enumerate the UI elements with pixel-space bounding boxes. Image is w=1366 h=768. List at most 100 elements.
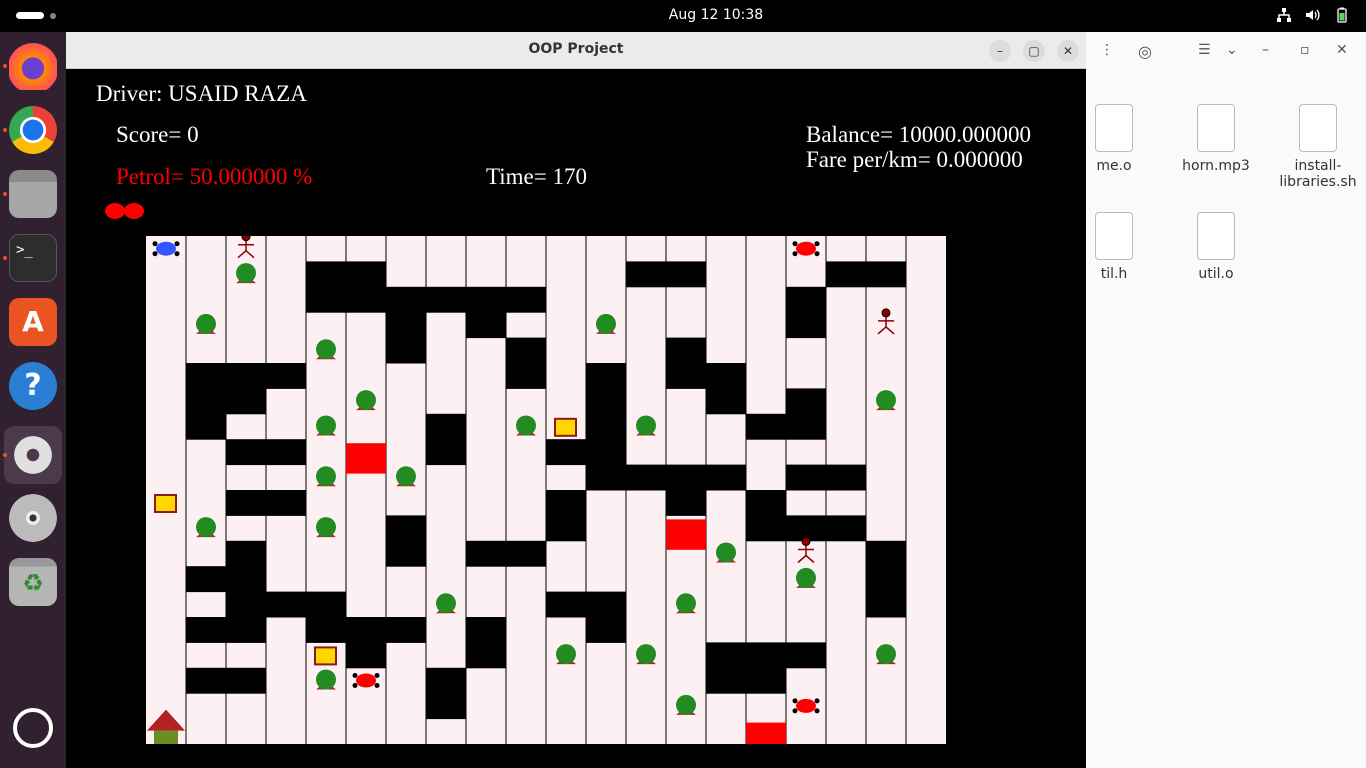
wall-block — [186, 667, 226, 694]
car-wheel — [814, 251, 820, 257]
camera-icon[interactable]: ◎ — [1138, 42, 1152, 61]
tree-icon — [196, 517, 216, 538]
close-button[interactable]: ✕ — [1057, 40, 1079, 62]
wall-block — [786, 464, 826, 491]
wall-block — [266, 439, 306, 466]
minimize-button[interactable]: – — [989, 40, 1011, 62]
car-wheel — [374, 673, 380, 678]
red-obstacle — [746, 722, 786, 744]
tree-icon — [596, 313, 616, 334]
passenger-head — [881, 308, 891, 318]
help-icon[interactable]: ? — [9, 362, 57, 410]
clock[interactable]: Aug 12 10:38 — [0, 7, 1366, 23]
yellow-box — [554, 417, 577, 437]
dock: >_ A ? ♻ — [0, 32, 66, 768]
passenger-head — [241, 236, 251, 242]
time-label: Time= 170 — [486, 164, 587, 189]
audio-file-icon — [1197, 104, 1235, 152]
tree-icon — [636, 415, 656, 436]
firefox-icon[interactable] — [9, 42, 57, 90]
wall-block — [666, 490, 706, 516]
file-item[interactable]: horn.mp3 — [1166, 104, 1266, 174]
wall-block — [226, 540, 266, 567]
window-title: OOP Project — [528, 41, 624, 57]
wall-block — [586, 413, 626, 440]
app-center-icon[interactable]: A — [9, 298, 57, 346]
menu-icon[interactable]: ⋮ — [1100, 42, 1114, 58]
wall-block — [346, 617, 386, 643]
tree-icon — [236, 263, 256, 284]
file-item[interactable]: install- libraries.sh — [1268, 104, 1366, 190]
wall-block — [626, 464, 666, 491]
trash-icon[interactable]: ♻ — [9, 558, 57, 606]
wall-block — [266, 591, 306, 618]
wall-block — [746, 490, 786, 516]
running-indicator — [3, 192, 7, 196]
wall-block — [186, 363, 226, 389]
wall-block — [866, 261, 906, 288]
list-view-icon[interactable]: ☰ — [1198, 42, 1211, 58]
maximize-icon[interactable]: ▫ — [1300, 42, 1310, 58]
yellow-box — [314, 646, 337, 666]
terminal-icon[interactable]: >_ — [9, 234, 57, 282]
wall-block — [466, 642, 506, 669]
file-manager-window: ⋮ ◎ ☰ ⌄ – ▫ ✕ me.o horn.mp3 install- libra… — [1086, 32, 1366, 768]
battery-icon[interactable] — [1334, 7, 1350, 23]
wall-block — [786, 642, 826, 669]
wall-block — [266, 490, 306, 516]
chrome-icon[interactable] — [9, 106, 57, 154]
wall-block — [426, 413, 466, 440]
close-icon[interactable]: ✕ — [1336, 42, 1348, 58]
car-wheel — [814, 698, 820, 704]
wall-block — [666, 337, 706, 364]
fuel-station-icon — [154, 730, 178, 744]
minimize-icon[interactable]: – — [1262, 42, 1269, 58]
wall-block — [386, 286, 426, 313]
game-window: OOP Project – ▢ ✕ Driver: USAID RAZA Sco… — [66, 32, 1086, 768]
fuel-station-roof — [147, 709, 185, 731]
wall-block — [386, 540, 426, 567]
chevron-down-icon[interactable]: ⌄ — [1226, 42, 1238, 58]
file-name: install- libraries.sh — [1279, 158, 1357, 190]
network-icon[interactable] — [1276, 7, 1292, 23]
disc-icon[interactable] — [9, 494, 57, 542]
title-bar[interactable]: OOP Project – ▢ ✕ — [66, 32, 1086, 69]
car-wheel — [352, 683, 358, 688]
passenger-head — [801, 537, 811, 546]
tree-icon — [516, 415, 536, 436]
wall-block — [786, 312, 826, 339]
wall-block — [706, 388, 746, 415]
car-wheel — [174, 241, 180, 247]
binary-file-icon — [1197, 212, 1235, 260]
wall-block — [226, 363, 266, 389]
wall-block — [506, 286, 546, 313]
wall-block — [466, 312, 506, 339]
car-wheel — [152, 241, 158, 247]
wall-block — [386, 515, 426, 542]
files-icon[interactable] — [9, 170, 57, 218]
yellow-box — [154, 494, 177, 513]
tree-icon — [356, 390, 376, 411]
settings-icon[interactable] — [9, 431, 57, 479]
player-car-icon — [156, 241, 176, 256]
wall-block — [586, 617, 626, 643]
car-wheel — [814, 241, 820, 247]
app-grid-icon[interactable] — [13, 708, 53, 748]
wall-block — [706, 464, 746, 491]
red-obstacle — [346, 443, 386, 474]
wall-block — [666, 363, 706, 389]
wall-block — [266, 363, 306, 389]
wall-block — [186, 617, 226, 643]
npc-car-icon — [796, 698, 816, 713]
maximize-button[interactable]: ▢ — [1023, 40, 1045, 62]
wall-block — [586, 591, 626, 618]
tree-icon — [316, 669, 336, 690]
script-file-icon — [1299, 104, 1337, 152]
game-board[interactable] — [146, 236, 946, 744]
wall-block — [506, 540, 546, 567]
volume-icon[interactable] — [1304, 7, 1320, 23]
car-wheel — [152, 251, 158, 257]
file-item[interactable]: util.o — [1166, 212, 1266, 282]
wall-block — [386, 617, 426, 643]
wall-block — [426, 667, 466, 694]
